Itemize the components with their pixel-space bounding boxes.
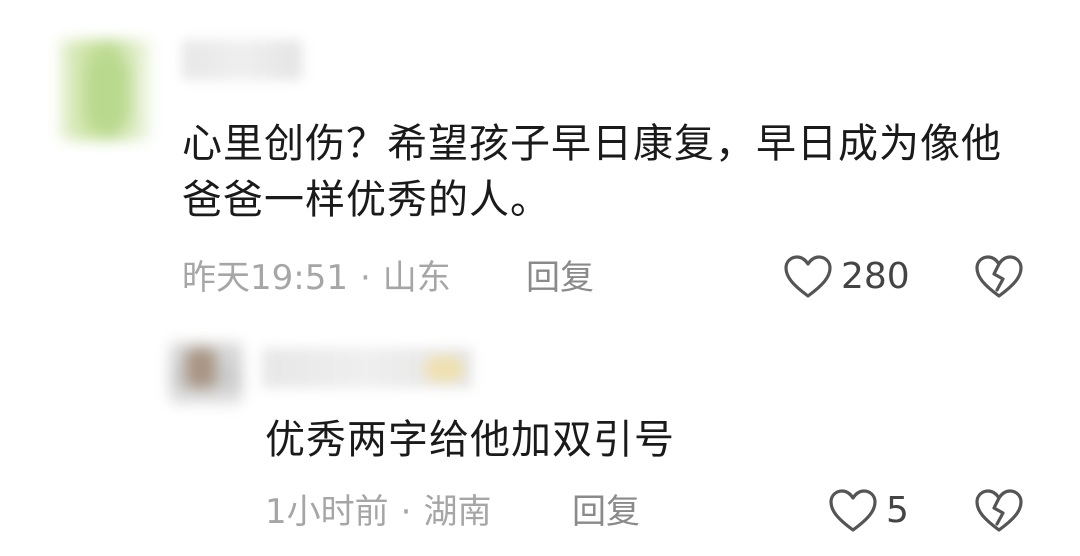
comment-thread: 心里创伤？希望孩子早日康复，早日成为像他爸爸一样优秀的人。 昨天19:51 · 山东… xyxy=(0,0,1080,556)
like-button[interactable]: 5 xyxy=(828,488,909,534)
comment-meta: 昨天19:51 · 山东 xyxy=(182,258,451,298)
avatar[interactable] xyxy=(60,40,150,140)
timestamp: 1小时前 xyxy=(265,492,389,532)
comment-meta: 1小时前 · 湖南 xyxy=(265,492,491,532)
reply-button[interactable]: 回复 xyxy=(526,258,594,298)
dislike-button[interactable] xyxy=(974,488,1024,538)
meta-separator: · xyxy=(400,492,412,532)
like-count: 280 xyxy=(841,256,910,297)
dislike-button[interactable] xyxy=(974,254,1024,304)
heart-outline-icon xyxy=(784,255,832,298)
reply-button[interactable]: 回复 xyxy=(572,492,640,532)
broken-heart-icon xyxy=(975,255,1023,298)
comment-text: 心里创伤？希望孩子早日康复，早日成为像他爸爸一样优秀的人。 xyxy=(182,121,1002,223)
location: 山东 xyxy=(382,258,451,298)
like-count: 5 xyxy=(886,490,909,531)
avatar[interactable] xyxy=(170,342,242,404)
heart-outline-icon xyxy=(829,489,877,532)
like-button[interactable]: 280 xyxy=(783,254,910,300)
reply-text: 优秀两字给他加双引号 xyxy=(265,417,675,463)
username-blurred[interactable] xyxy=(182,40,302,80)
username-blurred[interactable] xyxy=(262,348,472,388)
broken-heart-icon xyxy=(975,489,1023,532)
meta-separator: · xyxy=(359,258,371,298)
location: 湖南 xyxy=(423,492,492,532)
timestamp: 昨天19:51 xyxy=(182,258,348,298)
